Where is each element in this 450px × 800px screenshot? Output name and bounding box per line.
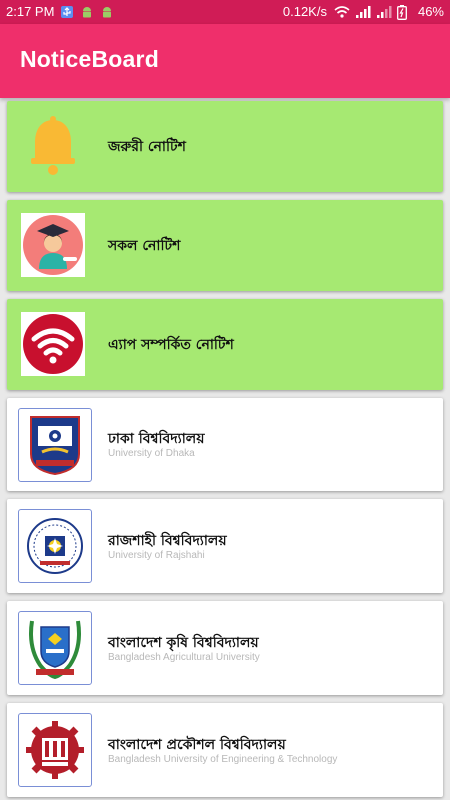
android-icon <box>80 5 94 19</box>
wifi-icon <box>21 312 85 376</box>
app-title: NoticeBoard <box>20 46 159 72</box>
card-title: জরুরী নোটিশ <box>108 139 186 155</box>
wifi-signal-icon <box>334 5 350 19</box>
card-title: সকল নোটিশ <box>108 238 181 254</box>
card-subtitle: Bangladesh University of Engineering & T… <box>108 754 338 765</box>
rajshahi-university-card[interactable]: রাজশাহী বিশ্ববিদ্যালয় University of Raj… <box>7 499 443 593</box>
status-bar: 2:17 PM 0.12K/s 46% <box>0 0 450 24</box>
graduate-icon <box>21 213 85 277</box>
battery-icon <box>397 4 411 20</box>
rajshahi-university-logo <box>17 509 93 583</box>
network-speed: 0.12K/s <box>282 4 327 19</box>
bell-icon <box>21 114 85 178</box>
status-time: 2:17 PM <box>6 4 55 19</box>
card-subtitle: Bangladesh Agricultural University <box>108 652 260 663</box>
all-notice-card[interactable]: সকল নোটিশ <box>7 200 443 291</box>
usb-icon <box>60 5 74 19</box>
android-icon <box>100 5 114 19</box>
card-subtitle: University of Rajshahi <box>108 550 205 561</box>
bau-logo <box>17 611 93 685</box>
buet-logo <box>17 713 93 787</box>
card-subtitle: University of Dhaka <box>108 448 195 459</box>
urgent-notice-card[interactable]: জরুরী নোটিশ <box>7 101 443 192</box>
signal-bars-icon <box>355 5 371 19</box>
bau-card[interactable]: বাংলাদেশ কৃষি বিশ্ববিদ্যালয় Bangladesh … <box>7 601 443 695</box>
buet-card[interactable]: বাংলাদেশ প্রকৌশল বিশ্ববিদ্যালয় Banglade… <box>7 703 443 797</box>
dhaka-university-logo <box>17 408 93 482</box>
app-bar: NoticeBoard <box>0 24 450 98</box>
card-title: এ্যাপ সম্পর্কিত নোটিশ <box>108 337 234 353</box>
dhaka-university-card[interactable]: ঢাকা বিশ্ববিদ্যালয় University of Dhaka <box>7 398 443 491</box>
signal-bars-icon <box>376 5 392 19</box>
battery-percent: 46% <box>417 4 444 19</box>
app-notice-card[interactable]: এ্যাপ সম্পর্কিত নোটিশ <box>7 299 443 390</box>
